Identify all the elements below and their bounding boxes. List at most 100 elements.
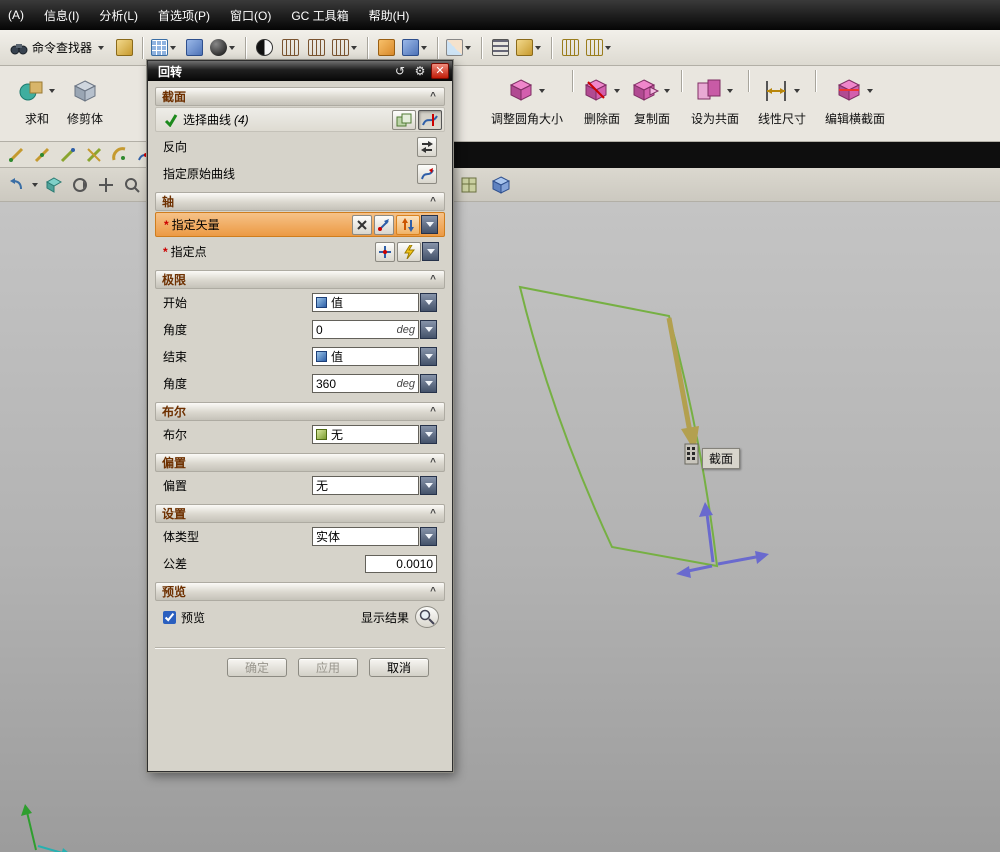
specify-vector-row[interactable]: * 指定矢量 [155, 212, 445, 237]
section-header-boolean[interactable]: 布尔 ^ [155, 402, 445, 421]
datum-csys-icon[interactable] [444, 36, 475, 60]
chevron-down-icon[interactable] [727, 89, 733, 93]
vector-type-button[interactable] [396, 215, 420, 235]
section-handle-label[interactable]: 截面 [702, 448, 740, 469]
orient-view-icon[interactable] [42, 173, 66, 197]
apply-button[interactable]: 应用 [298, 658, 358, 677]
shaded-view-icon[interactable] [489, 173, 513, 197]
assembly-load-icon[interactable] [330, 36, 361, 60]
constrain-icon[interactable] [400, 36, 431, 60]
collapse-chevron-icon[interactable]: ^ [425, 195, 441, 209]
start-angle-options-button[interactable] [420, 320, 437, 339]
start-mode-dropdown-button[interactable] [420, 293, 437, 312]
boolean-dropdown-button[interactable] [420, 425, 437, 444]
cancel-button[interactable]: 取消 [369, 658, 429, 677]
collapse-chevron-icon[interactable]: ^ [425, 456, 441, 470]
select-curve-row[interactable]: 选择曲线 (4) [155, 107, 445, 132]
measure-icon[interactable] [514, 36, 545, 60]
snap-midpoint-icon[interactable] [30, 143, 54, 167]
collapse-chevron-icon[interactable]: ^ [425, 273, 441, 287]
linear-dimension-button[interactable]: 线性尺寸 [753, 70, 811, 129]
snap-arc-center-icon[interactable] [108, 143, 132, 167]
move-component-icon[interactable] [374, 36, 398, 60]
menu-item-assemblies[interactable]: (A) [8, 8, 24, 22]
unite-button[interactable]: 求和 [12, 70, 62, 129]
collapse-chevron-icon[interactable]: ^ [425, 507, 441, 521]
menu-item-help[interactable]: 帮助(H) [369, 7, 410, 24]
section-header-settings[interactable]: 设置 ^ [155, 504, 445, 523]
chevron-down-icon[interactable] [614, 89, 620, 93]
reverse-direction-button[interactable] [417, 137, 437, 157]
chevron-down-icon[interactable] [664, 89, 670, 93]
section-header-section[interactable]: 截面 ^ [155, 87, 445, 106]
end-mode-dropdown-button[interactable] [420, 347, 437, 366]
sketch-icon[interactable] [112, 36, 136, 60]
collapse-chevron-icon[interactable]: ^ [425, 405, 441, 419]
point-dropdown-button[interactable] [422, 242, 439, 261]
delete-face-button[interactable]: 删除面 [577, 70, 627, 129]
copy-face-button[interactable]: 复制面 [627, 70, 677, 129]
trim-body-button[interactable]: 修剪体 [62, 70, 108, 129]
boolean-combo[interactable]: 无 [312, 425, 437, 444]
end-angle-options-button[interactable] [420, 374, 437, 393]
chevron-down-icon[interactable] [49, 89, 55, 93]
chevron-down-icon[interactable] [794, 89, 800, 93]
origin-curve-button[interactable] [417, 164, 437, 184]
back-arrow-icon[interactable] [4, 173, 28, 197]
annotation-icon[interactable] [558, 36, 582, 60]
resize-blend-button[interactable]: 调整圆角大小 [486, 70, 568, 129]
dialog-titlebar[interactable]: 回转 ↺ ⚙ ✕ [148, 61, 452, 81]
stop-at-intersection-button[interactable] [418, 110, 442, 130]
pan-view-icon[interactable] [94, 173, 118, 197]
chevron-down-icon[interactable] [539, 89, 545, 93]
start-angle-input[interactable] [316, 323, 378, 337]
part-navigator-icon[interactable] [488, 36, 512, 60]
end-mode-combo[interactable]: 值 [312, 347, 437, 366]
edit-section-button[interactable]: 编辑横截面 [820, 70, 890, 129]
section-header-preview[interactable]: 预览 ^ [155, 582, 445, 601]
chevron-down-icon[interactable] [98, 46, 104, 50]
layer-settings-icon[interactable] [457, 173, 481, 197]
make-coplanar-button[interactable]: 设为共面 [686, 70, 744, 129]
assembly-open-icon[interactable] [304, 36, 328, 60]
section-header-axis[interactable]: 轴 ^ [155, 192, 445, 211]
offset-dropdown-button[interactable] [420, 476, 437, 495]
ok-button[interactable]: 确定 [227, 658, 287, 677]
snap-endpoint-icon[interactable] [4, 143, 28, 167]
clear-vector-button[interactable] [352, 215, 372, 235]
chevron-down-icon[interactable] [32, 183, 38, 187]
collapse-chevron-icon[interactable]: ^ [425, 90, 441, 104]
display-mode-icon[interactable] [252, 36, 276, 60]
body-type-dropdown-button[interactable] [420, 527, 437, 546]
section-header-limits[interactable]: 极限 ^ [155, 270, 445, 289]
chevron-down-icon[interactable] [867, 89, 873, 93]
offset-combo[interactable]: 无 [312, 476, 437, 495]
menu-item-gc-toolbox[interactable]: GC 工具箱 [291, 7, 348, 24]
snap-control-point-icon[interactable] [56, 143, 80, 167]
menu-item-window[interactable]: 窗口(O) [230, 7, 271, 24]
point-inferred-button[interactable] [397, 242, 421, 262]
menu-item-preferences[interactable]: 首选项(P) [158, 7, 210, 24]
rotate-view-icon[interactable] [68, 173, 92, 197]
reset-icon[interactable]: ↺ [391, 63, 409, 79]
close-button[interactable]: ✕ [431, 63, 449, 79]
snap-intersection-icon[interactable] [82, 143, 106, 167]
show-result-button[interactable] [415, 606, 439, 628]
curve-rule-button[interactable] [392, 110, 416, 130]
vector-dialog-button[interactable] [374, 215, 394, 235]
gear-icon[interactable]: ⚙ [411, 63, 429, 79]
section-header-offset[interactable]: 偏置 ^ [155, 453, 445, 472]
preview-checkbox[interactable] [163, 611, 176, 624]
tolerance-input[interactable] [365, 555, 437, 573]
menu-item-information[interactable]: 信息(I) [44, 7, 79, 24]
start-mode-combo[interactable]: 值 [312, 293, 437, 312]
menu-item-analysis[interactable]: 分析(L) [99, 7, 138, 24]
zoom-view-icon[interactable] [120, 173, 144, 197]
view-layout-icon[interactable] [149, 36, 180, 60]
end-angle-input[interactable] [316, 377, 378, 391]
view-cube-icon[interactable] [182, 36, 206, 60]
assembly-icon[interactable] [278, 36, 302, 60]
command-finder[interactable]: 命令查找器 [6, 37, 110, 58]
point-dialog-button[interactable] [375, 242, 395, 262]
vector-dropdown-button[interactable] [421, 215, 438, 234]
